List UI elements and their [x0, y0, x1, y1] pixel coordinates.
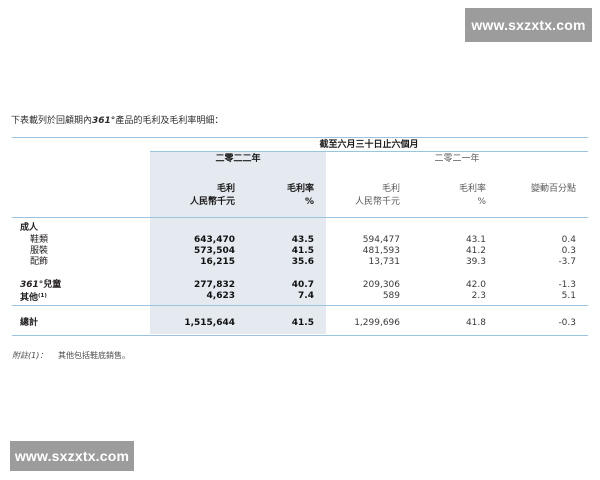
header-bottom-rule — [12, 217, 588, 218]
col-unit-margin-prior: % — [477, 197, 486, 207]
table-cell: 35.6 — [291, 257, 314, 267]
table-cell: 573,504 — [194, 246, 235, 256]
table-cell: 643,470 — [194, 235, 235, 245]
table-cell: 589 — [382, 291, 400, 301]
row-label-apparel: 服裝 — [30, 246, 49, 256]
intro-suffix: 產品的毛利及毛利率明細： — [115, 116, 224, 126]
table-cell: 4,623 — [206, 291, 235, 301]
period-underline — [150, 151, 588, 152]
watermark-bottom: www.sxzxtx.com — [10, 441, 134, 471]
row-label-kids-text: 兒童 — [43, 280, 62, 290]
row-label-kids: 361°兒童 — [20, 280, 61, 291]
table-cell: 0.3 — [561, 246, 576, 256]
table-cell: 277,832 — [194, 280, 235, 290]
year-current-header: 二零二二年 — [215, 154, 261, 164]
table-cell: 481,593 — [362, 246, 400, 256]
table-cell: -3.7 — [558, 257, 576, 267]
table-cell: 209,306 — [362, 280, 400, 290]
table-cell: 40.7 — [291, 280, 314, 290]
table-cell: 39.3 — [465, 257, 486, 267]
row-label-others-footnote-ref: (1) — [38, 293, 47, 299]
table-cell: -1.3 — [558, 280, 576, 290]
col-header-gp-prior: 毛利 — [381, 184, 400, 194]
period-header: 截至六月三十日止六個月 — [319, 140, 419, 150]
table-cell: 43.5 — [291, 235, 314, 245]
table-cell: -0.3 — [558, 318, 576, 328]
table-cell: 1,515,644 — [184, 318, 235, 328]
table-cell: 41.2 — [465, 246, 486, 256]
table-cell: 13,731 — [368, 257, 401, 267]
watermark-top: www.sxzxtx.com — [465, 8, 592, 42]
footnote-text: 其他包括鞋底銷售。 — [58, 351, 130, 360]
subtotal-rule — [12, 305, 588, 306]
col-unit-gp-prior: 人民幣千元 — [354, 197, 400, 207]
intro-prefix: 下表載列於回顧期內 — [11, 116, 93, 126]
col-header-gp-current: 毛利 — [216, 184, 235, 194]
intro-brand: 361° — [92, 116, 116, 126]
table-cell: 1,299,696 — [354, 318, 400, 328]
col-unit-margin-current: % — [304, 197, 314, 207]
table-cell: 16,215 — [200, 257, 235, 267]
year-prior-header: 二零二一年 — [434, 154, 480, 164]
table-cell: 41.5 — [291, 318, 314, 328]
table-cell: 594,477 — [362, 235, 400, 245]
table-cell: 5.1 — [561, 291, 576, 301]
row-label-others: 其他(1) — [20, 291, 47, 304]
table-cell: 2.3 — [471, 291, 486, 301]
col-unit-gp-current: 人民幣千元 — [189, 197, 235, 207]
col-header-change: 變動百分點 — [530, 184, 576, 194]
row-label-total: 總計 — [20, 318, 39, 328]
section-adult-label: 成人 — [20, 223, 39, 233]
table-cell: 7.4 — [298, 291, 314, 301]
table-cell: 42.0 — [465, 280, 486, 290]
footnote-mark: 附註(1)： — [12, 351, 48, 360]
row-label-others-text: 其他 — [20, 293, 39, 303]
table-cell: 43.1 — [465, 235, 486, 245]
row-label-accessories: 配飾 — [30, 257, 49, 267]
table-cell: 41.5 — [291, 246, 314, 256]
intro-text: 下表載列於回顧期內361°產品的毛利及毛利率明細： — [11, 113, 223, 126]
table-cell: 41.8 — [465, 318, 486, 328]
table-cell: 0.4 — [561, 235, 576, 245]
col-header-margin-current: 毛利率 — [286, 184, 314, 194]
col-header-margin-prior: 毛利率 — [458, 184, 486, 194]
row-label-footwear: 鞋類 — [30, 235, 49, 245]
row-label-kids-brand: 361° — [20, 280, 44, 290]
